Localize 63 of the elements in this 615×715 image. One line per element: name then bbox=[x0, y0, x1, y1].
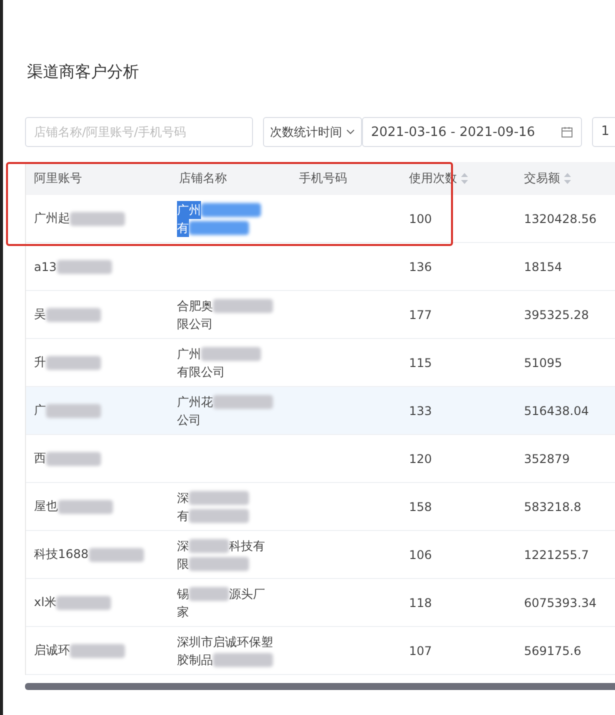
table-cell-text: 有 bbox=[177, 508, 189, 524]
table-cell: a13 bbox=[34, 260, 57, 274]
table-cell-text: 深圳市启诚环保塑 bbox=[177, 634, 273, 650]
table-cell: 395325.28 bbox=[524, 308, 589, 322]
table-cell: 广州起 bbox=[34, 210, 70, 227]
table-cell-text: 深 bbox=[177, 490, 189, 506]
table-cell: 升 bbox=[34, 354, 46, 371]
page-title: 渠道商客户分析 bbox=[27, 62, 140, 81]
table-cell: 569175.6 bbox=[524, 644, 582, 658]
table-cell: 广州 bbox=[177, 200, 201, 218]
table-cell: 133 bbox=[409, 404, 432, 418]
column-header: 手机号码 bbox=[298, 170, 348, 187]
table-cell-text: 科技有 bbox=[229, 538, 265, 554]
table-cell: 18154 bbox=[524, 260, 562, 274]
column-header[interactable]: 交易额 bbox=[516, 170, 615, 187]
table-cell: 106 bbox=[409, 548, 432, 562]
table-cell: 158 bbox=[409, 500, 432, 514]
scrollbar[interactable] bbox=[25, 683, 615, 690]
search-field[interactable]: 店铺名称/阿里账号/手机号码 bbox=[25, 117, 253, 147]
sort-icon[interactable] bbox=[461, 173, 468, 184]
table-row[interactable]: 广 广州花 公司 133 516438.04 bbox=[26, 387, 615, 435]
table-cell-text: 公司 bbox=[177, 412, 201, 428]
table-cell: 136 bbox=[409, 260, 432, 274]
table-cell: 583218.8 bbox=[524, 500, 582, 514]
table-cell: 115 bbox=[409, 356, 432, 370]
table-cell: 有 bbox=[177, 218, 189, 236]
table-cell: 科技1688 bbox=[34, 546, 89, 563]
table-cell-text: 广州花 bbox=[177, 394, 213, 410]
table-cell: 广 bbox=[34, 402, 46, 419]
table-cell-text: 胶制品 bbox=[177, 652, 213, 668]
date-range-field[interactable]: 2021-03-16 - 2021-09-16 bbox=[362, 117, 582, 147]
column-header: 店铺名称 bbox=[178, 170, 228, 187]
table-cell: 118 bbox=[409, 596, 432, 610]
column-header: 阿里账号 bbox=[33, 170, 83, 187]
table-cell: 177 bbox=[409, 308, 432, 322]
table-cell-text: 有限公司 bbox=[177, 364, 225, 380]
table-cell: 6075393.34 bbox=[524, 596, 597, 610]
table-cell-text: 家 bbox=[177, 604, 189, 620]
table-cell-text: 合肥奥 bbox=[177, 298, 213, 314]
stat-select[interactable]: 次数统计时间 bbox=[263, 117, 362, 147]
sort-icon[interactable] bbox=[564, 173, 571, 184]
chevron-icon bbox=[346, 129, 355, 135]
table-cell: 352879 bbox=[524, 452, 570, 466]
table-cell: 屋也 bbox=[34, 498, 58, 515]
table-cell: xl米 bbox=[34, 594, 56, 611]
table-cell-text: 锡 bbox=[177, 586, 189, 602]
filter-field[interactable]: 1 bbox=[592, 117, 615, 147]
table-cell: 西 bbox=[34, 450, 46, 467]
table-cell-text: 深 bbox=[177, 538, 189, 554]
table-cell: 启诚环 bbox=[34, 642, 70, 659]
table-cell: 100 bbox=[409, 212, 432, 226]
table-cell-text: 限 bbox=[177, 556, 189, 572]
table-cell: 107 bbox=[409, 644, 432, 658]
table-cell: 51095 bbox=[524, 356, 562, 370]
table-cell: 516438.04 bbox=[524, 404, 589, 418]
table-cell: 120 bbox=[409, 452, 432, 466]
table-cell: 1320428.56 bbox=[524, 212, 597, 226]
table-cell: 1221255.7 bbox=[524, 548, 589, 562]
calendar-icon bbox=[561, 126, 574, 138]
table-cell-text: 广州 bbox=[177, 346, 201, 362]
table-cell-text: 源头厂 bbox=[229, 586, 265, 602]
table-cell-text: 限公司 bbox=[177, 316, 213, 332]
table-cell: 吴 bbox=[34, 306, 46, 323]
